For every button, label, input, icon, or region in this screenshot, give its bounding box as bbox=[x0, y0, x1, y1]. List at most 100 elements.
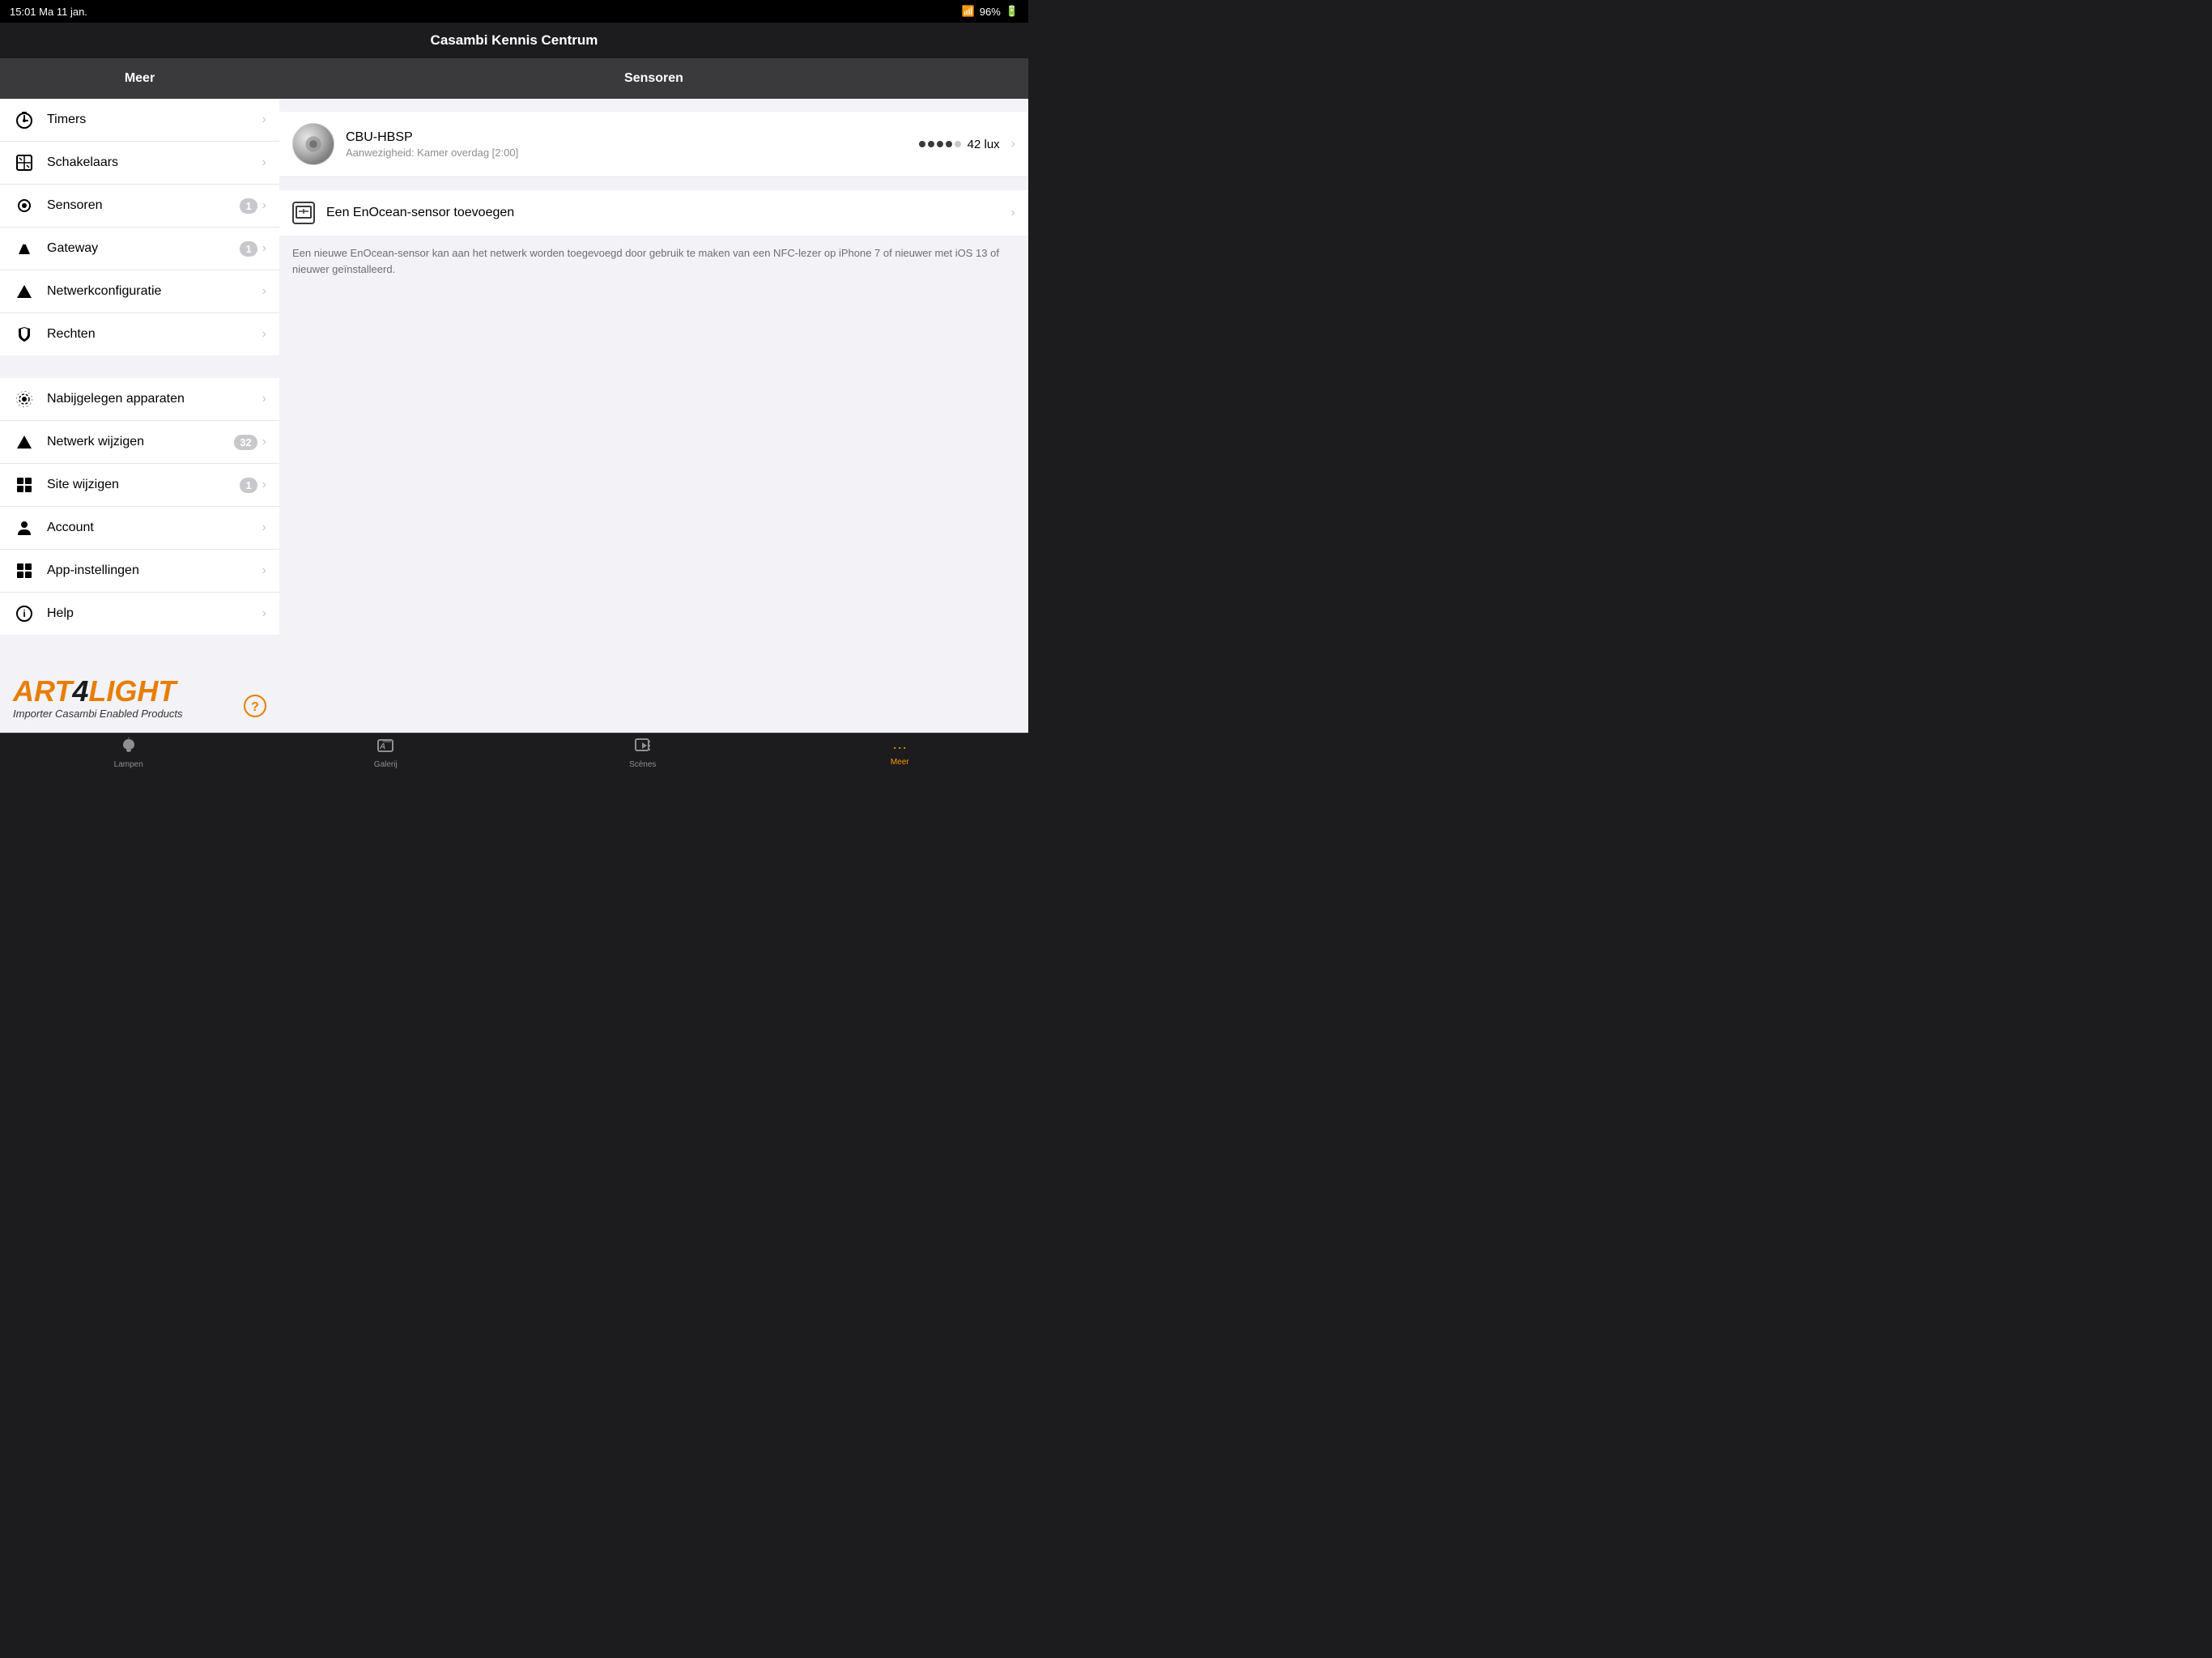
help-label: Help bbox=[47, 606, 262, 621]
sensoren-label: Sensoren bbox=[47, 198, 240, 213]
sensor-name: CBU-HBSP bbox=[346, 130, 919, 145]
main-layout: Meer Timers › bbox=[0, 58, 1028, 733]
sidebar-section-1: Timers › Schakelaars › bbox=[0, 99, 279, 355]
meer-tab-label: Meer bbox=[891, 758, 909, 767]
rechten-label: Rechten bbox=[47, 327, 262, 342]
logo-subtitle: Importer Casambi Enabled Products bbox=[13, 708, 266, 720]
timers-label: Timers bbox=[47, 113, 262, 127]
sidebar-item-netwerk-wijzigen[interactable]: Netwerk wijzigen 32 › bbox=[0, 421, 279, 464]
status-right: 📶 96% 🔋 bbox=[962, 5, 1019, 18]
galerij-icon: A bbox=[376, 737, 394, 759]
schakelaars-label: Schakelaars bbox=[47, 155, 262, 170]
sidebar-item-sensoren[interactable]: Sensoren 1 › bbox=[0, 185, 279, 227]
dot-5 bbox=[955, 141, 961, 147]
sidebar-item-site-wijzigen[interactable]: Site wijzigen 1 › bbox=[0, 464, 279, 507]
svg-text:i: i bbox=[23, 608, 25, 619]
dot-3 bbox=[937, 141, 943, 147]
tab-lampen[interactable]: Lampen bbox=[0, 733, 257, 772]
sidebar-header: Meer bbox=[0, 58, 279, 99]
account-chevron: › bbox=[262, 521, 266, 535]
enocean-card[interactable]: Een EnOcean-sensor toevoegen › bbox=[279, 190, 1028, 236]
sensor-chevron: › bbox=[1011, 137, 1015, 151]
enocean-label: Een EnOcean-sensor toevoegen bbox=[326, 206, 1011, 220]
tab-galerij[interactable]: A Galerij bbox=[257, 733, 515, 772]
netwerkconfiguratie-icon bbox=[13, 280, 36, 303]
sidebar-item-account[interactable]: Account › bbox=[0, 507, 279, 550]
sidebar-item-timers[interactable]: Timers › bbox=[0, 99, 279, 142]
logo-text: ART4LIGHT bbox=[13, 677, 266, 706]
sidebar: Meer Timers › bbox=[0, 58, 279, 733]
gateway-badge: 1 bbox=[240, 241, 257, 257]
sensoren-badge: 1 bbox=[240, 198, 257, 214]
site-wijzigen-chevron: › bbox=[262, 478, 266, 492]
scenes-icon bbox=[634, 737, 652, 759]
help-chevron: › bbox=[262, 606, 266, 621]
tab-meer[interactable]: ··· Meer bbox=[772, 733, 1029, 772]
meer-icon: ··· bbox=[892, 739, 907, 756]
account-icon bbox=[13, 517, 36, 539]
content-header: Sensoren bbox=[279, 58, 1028, 99]
dot-4 bbox=[946, 141, 952, 147]
rechten-chevron: › bbox=[262, 327, 266, 342]
sidebar-item-help[interactable]: i Help › bbox=[0, 593, 279, 635]
sidebar-gap-1 bbox=[0, 355, 279, 378]
sensor-subtitle: Aanwezigheid: Kamer overdag [2:00] bbox=[346, 147, 919, 159]
help-icon-sidebar: i bbox=[13, 602, 36, 625]
content-title: Sensoren bbox=[624, 71, 683, 86]
lampen-tab-label: Lampen bbox=[114, 760, 143, 769]
content-body: CBU-HBSP Aanwezigheid: Kamer overdag [2:… bbox=[279, 99, 1028, 733]
gateway-label: Gateway bbox=[47, 241, 240, 256]
sensor-card[interactable]: CBU-HBSP Aanwezigheid: Kamer overdag [2:… bbox=[279, 112, 1028, 177]
nabijgelegen-chevron: › bbox=[262, 392, 266, 406]
timers-icon bbox=[13, 108, 36, 131]
app-instellingen-chevron: › bbox=[262, 563, 266, 578]
netwerk-wijzigen-label: Netwerk wijzigen bbox=[47, 435, 234, 449]
lampen-icon bbox=[120, 737, 138, 759]
app-instellingen-icon bbox=[13, 559, 36, 582]
logo-area: ART4LIGHT Importer Casambi Enabled Produ… bbox=[0, 670, 279, 733]
nabijgelegen-label: Nabijgelegen apparaten bbox=[47, 392, 262, 406]
netwerkconfiguratie-chevron: › bbox=[262, 284, 266, 299]
schakelaars-chevron: › bbox=[262, 155, 266, 170]
tab-bar: Lampen A Galerij Scènes ··· Meer bbox=[0, 733, 1028, 772]
scenes-tab-label: Scènes bbox=[629, 760, 656, 769]
battery-level: 96% bbox=[980, 6, 1001, 18]
site-wijzigen-icon bbox=[13, 474, 36, 496]
sidebar-item-nabijgelegen[interactable]: Nabijgelegen apparaten › bbox=[0, 378, 279, 421]
sidebar-item-rechten[interactable]: Rechten › bbox=[0, 313, 279, 355]
svg-text:?: ? bbox=[251, 700, 259, 714]
signal-dots bbox=[919, 141, 961, 147]
gateway-chevron: › bbox=[262, 241, 266, 256]
netwerk-wijzigen-icon bbox=[13, 431, 36, 453]
sensoren-chevron: › bbox=[262, 198, 266, 213]
title-bar: Casambi Kennis Centrum bbox=[0, 23, 1028, 58]
help-circle-button[interactable]: ? bbox=[244, 695, 266, 720]
tab-scenes[interactable]: Scènes bbox=[514, 733, 772, 772]
sidebar-item-app-instellingen[interactable]: App-instellingen › bbox=[0, 550, 279, 593]
enocean-icon bbox=[292, 202, 315, 224]
app-title: Casambi Kennis Centrum bbox=[431, 32, 598, 49]
gateway-icon bbox=[13, 237, 36, 260]
netwerkconfiguratie-label: Netwerkconfiguratie bbox=[47, 284, 262, 299]
svg-text:A: A bbox=[379, 742, 385, 751]
sidebar-item-netwerkconfiguratie[interactable]: Netwerkconfiguratie › bbox=[0, 270, 279, 313]
nabijgelegen-icon bbox=[13, 388, 36, 410]
enocean-description: Een nieuwe EnOcean-sensor kan aan het ne… bbox=[279, 236, 1028, 287]
enocean-section: Een EnOcean-sensor toevoegen › Een nieuw… bbox=[279, 177, 1028, 293]
netwerk-wijzigen-chevron: › bbox=[262, 435, 266, 449]
sidebar-item-gateway[interactable]: Gateway 1 › bbox=[0, 227, 279, 270]
app-instellingen-label: App-instellingen bbox=[47, 563, 262, 578]
status-bar: 15:01 Ma 11 jan. 📶 96% 🔋 bbox=[0, 0, 1028, 23]
sensor-info: CBU-HBSP Aanwezigheid: Kamer overdag [2:… bbox=[346, 130, 919, 159]
schakelaars-icon bbox=[13, 151, 36, 174]
timers-chevron: › bbox=[262, 113, 266, 127]
site-wijzigen-label: Site wijzigen bbox=[47, 478, 240, 492]
sensor-lux: 42 lux bbox=[968, 138, 1000, 151]
enocean-chevron: › bbox=[1011, 206, 1015, 220]
sidebar-section-2: Nabijgelegen apparaten › Netwerk wijzige… bbox=[0, 378, 279, 635]
dot-2 bbox=[928, 141, 934, 147]
sidebar-item-schakelaars[interactable]: Schakelaars › bbox=[0, 142, 279, 185]
galerij-tab-label: Galerij bbox=[374, 760, 398, 769]
sensoren-icon bbox=[13, 194, 36, 217]
sensor-avatar bbox=[292, 123, 334, 165]
